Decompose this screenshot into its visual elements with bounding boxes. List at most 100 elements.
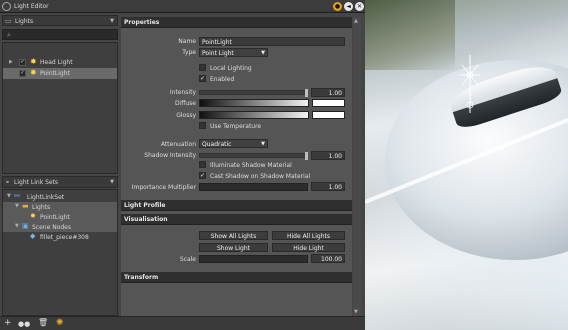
tree-node-label: PointLight bbox=[40, 214, 70, 221]
local-lighting-label: Local Lighting bbox=[210, 65, 252, 72]
illuminate-shadow-checkbox[interactable] bbox=[199, 161, 206, 168]
light-gizmo-icon[interactable] bbox=[458, 55, 482, 115]
show-all-lights-button[interactable]: Show All Lights bbox=[199, 231, 268, 240]
type-select[interactable]: Point Light ▼ bbox=[199, 48, 268, 57]
intensity-label: Intensity bbox=[169, 89, 196, 96]
window-titlebar: Light Editor ● ◄ ✕ bbox=[0, 0, 365, 13]
head-light-checkbox[interactable]: ✓ bbox=[19, 59, 26, 66]
light-row-pointlight[interactable]: ✓ ✸ PointLight bbox=[3, 68, 117, 79]
lights-tree: ▶ ✓ ✸ Head Light ✓ ✸ PointLight bbox=[2, 42, 118, 174]
add-icon[interactable]: + bbox=[4, 318, 12, 328]
scroll-up-icon[interactable]: ▲ bbox=[354, 18, 358, 24]
shadow-intensity-slider[interactable] bbox=[199, 152, 308, 160]
tree-node-label: Scene Nodes bbox=[32, 224, 71, 231]
use-temperature-label: Use Temperature bbox=[210, 123, 262, 130]
tree-node-label: fillet_piece#308 bbox=[40, 234, 89, 241]
local-lighting-checkbox[interactable] bbox=[199, 64, 206, 71]
light-link-tree: ▼ ⚯ LightLinkSet ▼ ▬ Lights ✸ PointLight… bbox=[2, 189, 118, 316]
shadow-intensity-slider-thumb[interactable] bbox=[305, 152, 308, 160]
options-button[interactable]: ◄ bbox=[344, 2, 353, 11]
link-set-icon[interactable]: ●● bbox=[18, 320, 30, 328]
enabled-label: Enabled bbox=[210, 76, 235, 83]
attenuation-select[interactable]: Quadratic ▼ bbox=[199, 139, 268, 148]
link-icon: ⚭ bbox=[5, 179, 11, 186]
lights-filter-dropdown[interactable]: ▭ Lights ▼ bbox=[2, 15, 118, 26]
light-bulb-icon[interactable]: ✺ bbox=[56, 318, 64, 328]
light-profile-section-header[interactable]: Light Profile bbox=[121, 200, 352, 211]
properties-section-header[interactable]: Properties bbox=[121, 17, 352, 28]
importance-value[interactable]: 1.00 bbox=[311, 182, 345, 191]
geometry-icon: ◆ bbox=[30, 232, 36, 240]
name-label: Name bbox=[178, 38, 196, 45]
left-column: ▭ Lights ▼ ⌕ ▶ ✓ ✸ Head Light ✓ ✸ PointL… bbox=[2, 15, 118, 316]
show-light-button[interactable]: Show Light bbox=[199, 243, 268, 252]
properties-panel: Properties Name PointLight Type Point Li… bbox=[121, 17, 352, 316]
cast-shadow-checkbox[interactable]: ✓ bbox=[199, 172, 206, 179]
name-field[interactable]: PointLight bbox=[199, 37, 345, 46]
3d-viewport[interactable] bbox=[365, 0, 568, 330]
scale-slider[interactable] bbox=[199, 255, 308, 263]
glossy-label: Glossy bbox=[176, 112, 196, 119]
light-bulb-icon: ✸ bbox=[30, 57, 37, 66]
tree-node-label: Lights bbox=[32, 204, 51, 211]
shadow-intensity-value[interactable]: 1.00 bbox=[311, 151, 345, 160]
diffuse-color-swatch[interactable] bbox=[312, 99, 345, 107]
scale-value[interactable]: 100.00 bbox=[311, 254, 345, 263]
window-title: Light Editor bbox=[14, 3, 49, 10]
minimize-button[interactable]: ● bbox=[333, 2, 342, 11]
close-button[interactable]: ✕ bbox=[355, 2, 364, 11]
light-bulb-icon: ✸ bbox=[30, 212, 36, 220]
chevron-down-icon: ▼ bbox=[261, 50, 265, 56]
light-link-sets-dropdown[interactable]: ⚭ Light Link Sets ▼ bbox=[2, 176, 118, 188]
importance-label: Importance Multiplier bbox=[131, 184, 196, 191]
tree-node-fillet[interactable]: ◆ fillet_piece#308 bbox=[3, 232, 117, 242]
importance-slider[interactable] bbox=[199, 183, 308, 191]
tree-node-lightlinkset[interactable]: ▼ ⚯ LightLinkSet bbox=[3, 192, 117, 202]
intensity-slider[interactable] bbox=[199, 89, 308, 97]
light-row-head-light[interactable]: ▶ ✓ ✸ Head Light bbox=[3, 57, 117, 68]
search-icon: ⌕ bbox=[7, 31, 11, 39]
search-input[interactable]: ⌕ bbox=[2, 29, 118, 40]
scene-nodes-icon: ▣ bbox=[22, 222, 29, 230]
glossy-gradient[interactable] bbox=[199, 111, 309, 119]
type-label: Type bbox=[182, 49, 196, 56]
delete-icon[interactable]: 🗑 bbox=[38, 318, 48, 327]
tree-node-scene-nodes[interactable]: ▼ ▣ Scene Nodes bbox=[3, 222, 117, 232]
use-temperature-checkbox[interactable] bbox=[199, 122, 206, 129]
hide-light-button[interactable]: Hide Light bbox=[272, 243, 345, 252]
expand-arrow-icon[interactable]: ▶ bbox=[9, 59, 13, 65]
light-label: Head Light bbox=[40, 59, 73, 66]
pointlight-checkbox[interactable]: ✓ bbox=[19, 70, 26, 77]
light-bulb-icon: ✸ bbox=[30, 68, 37, 77]
bottom-toolbar: + ●● 🗑 ✺ bbox=[0, 316, 365, 330]
shadow-intensity-label: Shadow Intensity bbox=[144, 152, 196, 159]
folder-icon: ▭ bbox=[5, 17, 12, 25]
intensity-slider-thumb[interactable] bbox=[305, 89, 308, 97]
properties-scrollbar[interactable]: ▲ ▼ bbox=[353, 17, 361, 316]
hide-all-lights-button[interactable]: Hide All Lights bbox=[272, 231, 345, 240]
tree-node-lights[interactable]: ▼ ▬ Lights bbox=[3, 202, 117, 212]
transform-section-header[interactable]: Transform bbox=[121, 272, 352, 283]
illuminate-shadow-label: Illuminate Shadow Material bbox=[210, 162, 292, 169]
collapse-arrow-icon[interactable]: ▼ bbox=[7, 193, 11, 199]
light-link-sets-label: Light Link Sets bbox=[14, 179, 59, 186]
intensity-value[interactable]: 1.00 bbox=[311, 88, 345, 97]
scroll-down-icon[interactable]: ▼ bbox=[354, 309, 358, 315]
tree-node-pointlight[interactable]: ✸ PointLight bbox=[3, 212, 117, 222]
light-editor-icon bbox=[2, 2, 11, 11]
diffuse-gradient[interactable] bbox=[199, 99, 309, 107]
attenuation-label: Attenuation bbox=[160, 141, 196, 148]
visualisation-section-header[interactable]: Visualisation bbox=[121, 214, 352, 225]
collapse-arrow-icon[interactable]: ▼ bbox=[15, 223, 19, 229]
enabled-checkbox[interactable]: ✓ bbox=[199, 75, 206, 82]
viewport-background bbox=[365, 0, 455, 70]
collapse-arrow-icon[interactable]: ▼ bbox=[15, 203, 19, 209]
scale-label: Scale bbox=[179, 256, 196, 263]
linkset-icon: ⚯ bbox=[14, 192, 20, 200]
chevron-down-icon: ▼ bbox=[110, 18, 114, 24]
type-value: Point Light bbox=[202, 50, 234, 57]
attenuation-value: Quadratic bbox=[202, 141, 232, 148]
light-label: PointLight bbox=[40, 70, 70, 77]
diffuse-label: Diffuse bbox=[174, 100, 196, 107]
glossy-color-swatch[interactable] bbox=[312, 111, 345, 119]
